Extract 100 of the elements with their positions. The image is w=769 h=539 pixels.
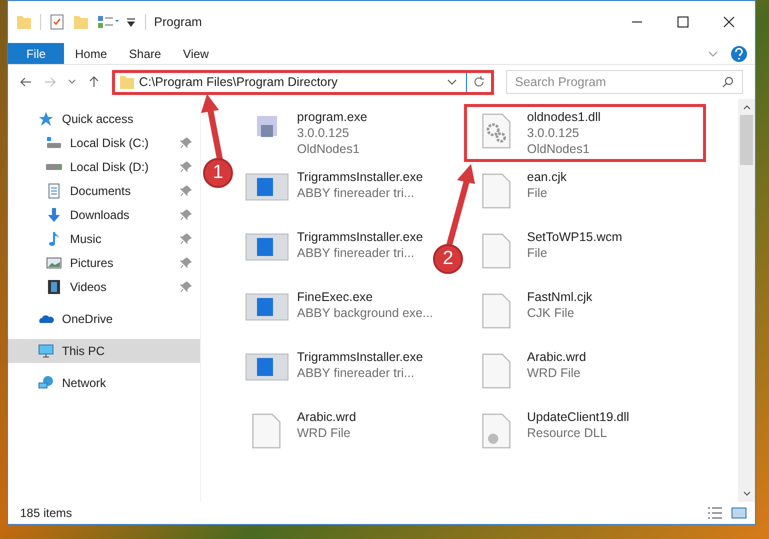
magnifier-document-icon [481, 413, 513, 449]
file-detail: ABBY finereader tri... [297, 365, 416, 381]
scroll-thumb[interactable] [740, 115, 753, 165]
nav-label: Downloads [70, 207, 130, 224]
network-icon [38, 375, 54, 391]
ribbon-tab[interactable]: Share [118, 43, 172, 64]
scrollbar[interactable] [738, 99, 755, 502]
gear-document-icon [481, 113, 513, 149]
address-bar[interactable]: C:\Program Files\Program Directory [112, 70, 494, 94]
file-name: ean.cjk [527, 169, 567, 185]
recent-caret-icon[interactable] [68, 78, 76, 86]
nav-item[interactable]: Videos [8, 275, 200, 299]
blank-document-icon [251, 413, 283, 449]
nav-label: Local Disk (D:) [70, 159, 150, 176]
program-window-icon [245, 293, 289, 321]
file-item[interactable]: Arabic.wrd WRD File [237, 407, 437, 459]
ribbon-tab[interactable]: View [172, 43, 220, 64]
file-item[interactable]: TrigrammsInstaller.exe ABBY finereader tri... [237, 167, 437, 219]
search-icon[interactable] [722, 76, 734, 88]
folder-icon [119, 74, 135, 90]
refresh-icon[interactable] [473, 76, 485, 88]
details-view-icon[interactable] [707, 505, 723, 521]
nav-label: Videos [70, 279, 108, 296]
blank-document-icon [481, 293, 513, 329]
file-detail: File [527, 245, 548, 261]
nav-item[interactable]: Quick access [8, 107, 200, 131]
help-icon[interactable] [731, 46, 747, 62]
customize-caret-icon[interactable] [125, 16, 137, 28]
file-item[interactable]: FineExec.exe ABBY background exe... [237, 287, 437, 339]
file-item[interactable]: program.exe 3.0.0.125 OldNodes1 [237, 107, 437, 159]
large-icons-view-icon[interactable] [731, 505, 747, 521]
properties-icon[interactable] [49, 14, 65, 30]
file-name: SetToWP15.wcm [527, 229, 622, 245]
nav-label: OneDrive [62, 311, 114, 328]
file-item[interactable]: TrigrammsInstaller.exe ABBY finereader tri... [237, 347, 437, 399]
file-name: TrigrammsInstaller.exe [297, 229, 423, 245]
download-arrow-icon [46, 207, 62, 223]
scroll-up-icon[interactable] [742, 103, 750, 111]
file-menu-tab[interactable]: File [8, 43, 64, 64]
search-box[interactable]: Search Program [506, 70, 743, 94]
file-detail: File [527, 185, 548, 201]
file-detail: ABBY finereader tri... [297, 245, 416, 261]
picture-icon [46, 255, 62, 271]
back-arrow-icon[interactable] [20, 76, 32, 88]
file-item[interactable]: SetToWP15.wcm File [467, 227, 703, 279]
film-icon [46, 279, 62, 295]
drive-icon [46, 137, 62, 149]
file-name: FineExec.exe [297, 289, 374, 305]
up-arrow-icon[interactable] [88, 76, 100, 88]
cloud-icon [38, 313, 54, 325]
program-window-icon [245, 173, 289, 201]
close-icon[interactable] [723, 16, 735, 28]
nav-item[interactable]: Network [8, 371, 200, 395]
nav-item[interactable]: Local Disk (D:) [8, 155, 200, 179]
file-detail: WRD File [297, 425, 352, 441]
file-item[interactable]: FastNml.cjk CJK File [467, 287, 703, 339]
star-icon [38, 111, 54, 127]
file-name: TrigrammsInstaller.exe [297, 169, 423, 185]
file-detail: 3.0.0.125 [527, 125, 580, 141]
nav-label: This PC [62, 343, 106, 360]
item-count: 185 items [20, 505, 74, 522]
file-item[interactable]: oldnodes1.dll 3.0.0.125 OldNodes1 [467, 107, 703, 159]
file-detail: OldNodes1 [527, 141, 591, 157]
file-detail: WRD File [527, 365, 582, 381]
nav-item[interactable]: Local Disk (C:) [8, 131, 200, 155]
blank-document-icon [481, 233, 513, 269]
nav-label: Local Disk (C:) [70, 135, 150, 152]
nav-label: Documents [70, 183, 132, 200]
file-item[interactable]: ean.cjk File [467, 167, 703, 219]
file-name: Arabic.wrd [527, 349, 586, 365]
nav-item[interactable]: This PC [8, 339, 200, 363]
file-detail: OldNodes1 [297, 141, 361, 157]
file-detail: Resource DLL [527, 425, 608, 441]
file-item[interactable]: Arabic.wrd WRD File [467, 347, 703, 399]
file-name: Arabic.wrd [297, 409, 356, 425]
blank-document-icon [481, 353, 513, 389]
file-item[interactable]: UpdateClient19.dll Resource DLL [467, 407, 703, 459]
maximize-icon[interactable] [677, 16, 689, 28]
folder-icon [16, 14, 32, 30]
nav-item[interactable]: Downloads [8, 203, 200, 227]
nav-item[interactable]: OneDrive [8, 307, 200, 331]
nav-item[interactable]: Pictures [8, 251, 200, 275]
file-name: FastNml.cjk [527, 289, 592, 305]
drive-icon [46, 164, 62, 170]
address-path: C:\Program Files\Program Directory [139, 74, 339, 91]
nav-label: Quick access [62, 111, 134, 128]
ribbon-tab[interactable]: Home [64, 43, 118, 64]
nav-item[interactable]: Documents [8, 179, 200, 203]
search-field[interactable]: Search Program [507, 71, 722, 93]
view-options-icon[interactable] [97, 14, 121, 30]
blank-document-icon [481, 173, 513, 209]
file-detail: 3.0.0.125 [297, 125, 350, 141]
nav-item[interactable]: Music [8, 227, 200, 251]
program-window-icon [245, 353, 289, 381]
file-detail: CJK File [527, 305, 576, 321]
scroll-down-icon[interactable] [742, 490, 750, 498]
nav-label: Music [70, 231, 102, 248]
monitor-icon [38, 343, 54, 359]
file-name: TrigrammsInstaller.exe [297, 349, 423, 365]
file-detail: ABBY finereader tri... [297, 185, 416, 201]
